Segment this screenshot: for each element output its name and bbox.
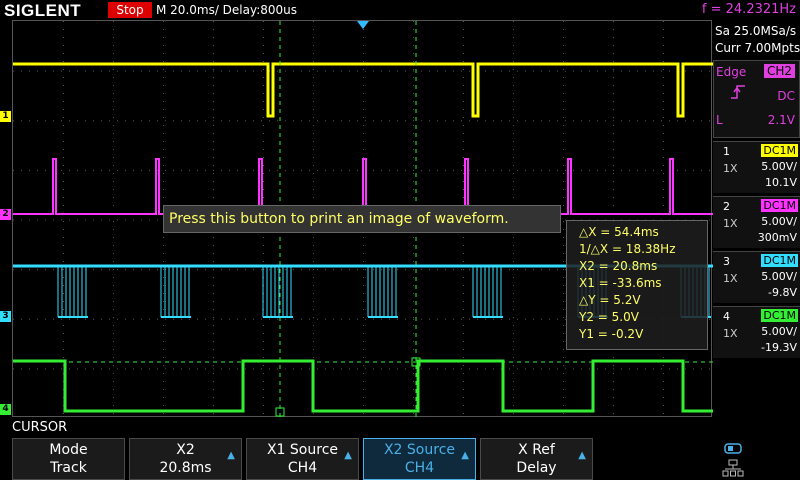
frequency-counter: f = 24.2321Hz	[701, 2, 796, 17]
trigger-position-marker	[357, 21, 369, 29]
inverse-delta-x-readout: 1/△X = 18.38Hz	[579, 242, 676, 256]
right-info-panel: Sa 25.0MSa/s Curr 7.00Mpts Edge CH2 DC L…	[713, 20, 800, 417]
channel-3-tab[interactable]: 3 DC1M 1X 5.00V/ -9.8V	[713, 251, 800, 303]
y2-readout: Y2 = 5.0V	[579, 310, 639, 324]
volts-per-div: 5.00V/	[761, 215, 797, 228]
y1-readout: Y1 = -0.2V	[579, 327, 644, 341]
brand-logo: SIGLENT	[4, 1, 82, 20]
channel-offset: 300mV	[757, 231, 797, 244]
probe-ratio: 1X	[723, 272, 738, 285]
channel-coupling: DC1M	[761, 309, 798, 322]
softkey-value: CH4	[404, 460, 435, 476]
adjust-arrow-icon: ▲	[344, 450, 352, 461]
probe-ratio: 1X	[723, 217, 738, 230]
memory-depth: Curr 7.00Mpts	[715, 41, 800, 55]
trigger-level-label: L	[716, 113, 723, 127]
softkey-value: Track	[50, 460, 87, 476]
softkey-value: Delay	[516, 460, 557, 476]
channel-coupling: DC1M	[761, 144, 798, 157]
help-tooltip: Press this button to print an image of w…	[163, 205, 561, 233]
ch1-trace	[13, 62, 713, 118]
x2-readout: X2 = 20.8ms	[579, 259, 658, 273]
rising-edge-icon	[730, 85, 746, 102]
adjust-arrow-icon: ▲	[227, 450, 235, 461]
probe-ratio: 1X	[723, 327, 738, 340]
channel-offset: -9.8V	[768, 286, 797, 299]
volts-per-div: 5.00V/	[761, 160, 797, 173]
channel-offset: -19.3V	[761, 341, 797, 354]
x2-softkey[interactable]: X2 20.8ms ▲	[129, 438, 242, 480]
probe-ratio: 1X	[723, 162, 738, 175]
channel-coupling: DC1M	[761, 254, 798, 267]
cursor-measurement-panel: △X = 54.4ms 1/△X = 18.38Hz X2 = 20.8ms X…	[566, 220, 708, 350]
channel-4-tab[interactable]: 4 DC1M 1X 5.00V/ -19.3V	[713, 306, 800, 358]
adjust-arrow-icon: ▲	[461, 450, 469, 461]
delta-y-readout: △Y = 5.2V	[579, 293, 641, 307]
channel-coupling: DC1M	[761, 199, 798, 212]
status-icons	[722, 442, 744, 478]
run-stop-indicator[interactable]: Stop	[108, 2, 152, 18]
softkey-label: Mode	[49, 442, 88, 458]
x1-readout: X1 = -33.6ms	[579, 276, 662, 290]
softkey-label: X Ref	[518, 442, 555, 458]
ch4-ground-marker[interactable]: 4	[0, 404, 11, 415]
ch3-ground-marker[interactable]: 3	[0, 311, 11, 322]
x1-source-softkey[interactable]: X1 Source CH4 ▲	[246, 438, 359, 480]
trigger-level: 2.1V	[767, 113, 795, 127]
sample-rate: Sa 25.0MSa/s	[715, 24, 797, 38]
mode-softkey[interactable]: Mode Track	[12, 438, 125, 480]
trigger-type: Edge	[716, 65, 747, 79]
channel-number: 2	[723, 200, 730, 213]
softkey-label: X2	[176, 442, 195, 458]
timebase-readout[interactable]: M 20.0ms/ Delay:800us	[156, 3, 297, 17]
softkey-menu: Mode Track X2 20.8ms ▲ X1 Source CH4 ▲ X…	[12, 438, 712, 480]
softkey-label: X1 Source	[266, 442, 339, 458]
channel-number: 4	[723, 310, 730, 323]
top-status-bar: SIGLENT Stop M 20.0ms/ Delay:800us f = 2…	[0, 0, 800, 20]
adjust-arrow-icon: ▲	[578, 450, 586, 461]
volts-per-div: 5.00V/	[761, 270, 797, 283]
softkey-label: X2 Source	[383, 442, 456, 458]
trigger-coupling: DC	[777, 89, 795, 103]
ch1-ground-marker[interactable]: 1	[0, 111, 11, 122]
x-ref-softkey[interactable]: X Ref Delay ▲	[480, 438, 593, 480]
volts-per-div: 5.00V/	[761, 325, 797, 338]
trigger-source: CH2	[763, 64, 795, 78]
channel-offset: 10.1V	[764, 176, 797, 189]
usb-network-icon	[722, 443, 744, 477]
channel-number: 1	[723, 145, 730, 158]
softkey-value: CH4	[287, 460, 318, 476]
x2-source-softkey[interactable]: X2 Source CH4 ▲	[363, 438, 476, 480]
channel-number: 3	[723, 255, 730, 268]
softkey-value: 20.8ms	[159, 460, 212, 476]
menu-title: CURSOR	[12, 420, 68, 435]
channel-2-tab[interactable]: 2 DC1M 1X 5.00V/ 300mV	[713, 196, 800, 248]
delta-x-readout: △X = 54.4ms	[579, 225, 659, 239]
ch2-ground-marker[interactable]: 2	[0, 209, 11, 220]
trigger-panel[interactable]: Edge CH2 DC L 2.1V	[713, 60, 800, 138]
channel-1-tab[interactable]: 1 DC1M 1X 5.00V/ 10.1V	[713, 141, 800, 193]
oscilloscope-screen: SIGLENT Stop M 20.0ms/ Delay:800us f = 2…	[0, 0, 800, 480]
